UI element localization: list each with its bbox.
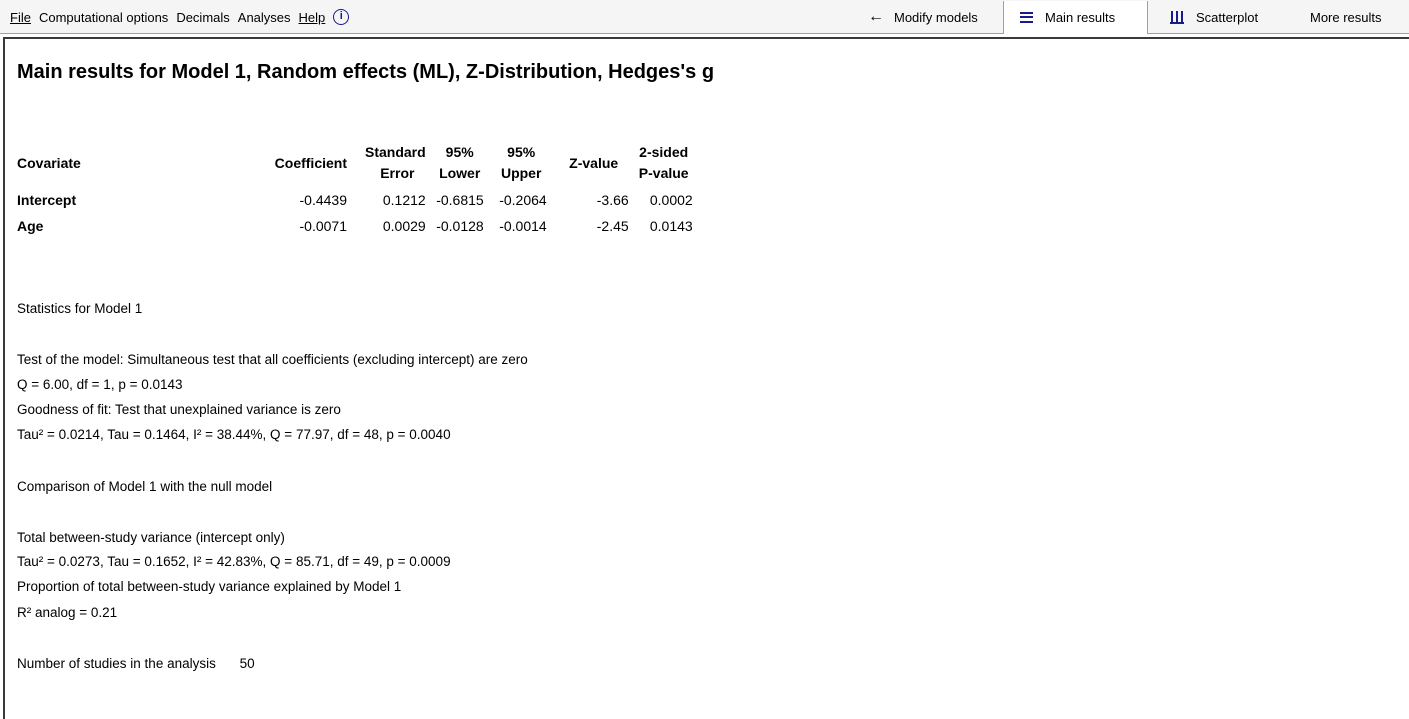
proportion-heading: Proportion of total between-study varian… xyxy=(17,579,402,594)
info-icon[interactable]: i xyxy=(333,9,350,25)
menu-analyses[interactable]: Analyses xyxy=(234,10,295,25)
header-upper: 95% Upper xyxy=(484,139,547,187)
toolbar: ← Modify models Main results Scatterplot… xyxy=(858,0,1392,34)
number-of-studies-value: 50 xyxy=(239,656,255,671)
cell-standard-error: 0.1212 xyxy=(382,192,426,208)
bar-chart-icon xyxy=(1170,10,1184,24)
more-results-label: More results xyxy=(1310,9,1382,25)
menu-bar: File Computational options Decimals Anal… xyxy=(0,0,1409,34)
cell-p-value: 0.0002 xyxy=(649,192,693,208)
cell-covariate: Age xyxy=(17,218,44,234)
number-of-studies: Number of studies in the analysis 50 xyxy=(17,656,255,671)
header-p-value: 2-sided P-value xyxy=(629,139,693,187)
menu-help-label: Help xyxy=(298,9,326,25)
header-lower: 95% Lower xyxy=(426,139,484,187)
coefficients-table: Covariate Coefficient Standard Error 95%… xyxy=(17,139,693,239)
total-variance-heading: Total between-study variance (intercept … xyxy=(17,530,285,545)
arrow-left-icon: ← xyxy=(868,8,884,25)
cell-z-value: -2.45 xyxy=(596,218,629,234)
menu-file-label: File xyxy=(10,9,31,25)
scatterplot-button[interactable]: Scatterplot xyxy=(1148,1,1306,34)
modify-models-button[interactable]: ← Modify models xyxy=(858,1,1003,34)
main-results-button[interactable]: Main results xyxy=(1003,0,1148,34)
total-variance-value: Tau² = 0.0273, Tau = 0.1652, I² = 42.83%… xyxy=(17,554,451,569)
header-lower-line1: 95% xyxy=(445,144,474,160)
header-se-line1: Standard xyxy=(365,144,426,160)
more-results-button[interactable]: More results xyxy=(1306,1,1392,34)
main-results-label: Main results xyxy=(1045,9,1116,25)
r2-analog-value: R² analog = 0.21 xyxy=(17,605,118,620)
main-menu: File Computational options Decimals Anal… xyxy=(6,0,350,34)
menu-help[interactable]: Help xyxy=(295,10,330,25)
modify-models-label: Modify models xyxy=(894,9,978,25)
header-se-line2: Error xyxy=(380,165,415,181)
menu-file[interactable]: File xyxy=(6,10,35,25)
page-title: Main results for Model 1, Random effects… xyxy=(17,61,715,83)
number-of-studies-label: Number of studies in the analysis xyxy=(17,656,216,671)
stats-heading: Statistics for Model 1 xyxy=(17,301,143,316)
header-lower-line2: Lower xyxy=(439,165,481,181)
cell-z-value: -3.66 xyxy=(596,192,629,208)
header-p-line1: 2-sided xyxy=(639,144,689,160)
cell-standard-error: 0.0029 xyxy=(382,218,426,234)
header-upper-line2: Upper xyxy=(500,165,542,181)
header-p-line2: P-value xyxy=(638,165,689,181)
table-row: Age -0.0071 0.0029 -0.0128 -0.0014 -2.45… xyxy=(17,213,693,239)
test-model-value: Q = 6.00, df = 1, p = 0.0143 xyxy=(17,377,183,392)
cell-upper: -0.0014 xyxy=(499,218,547,234)
comparison-heading: Comparison of Model 1 with the null mode… xyxy=(17,479,273,494)
scatterplot-label: Scatterplot xyxy=(1196,9,1259,25)
goodness-of-fit-heading: Goodness of fit: Test that unexplained v… xyxy=(17,402,341,417)
menu-computational-options[interactable]: Computational options xyxy=(35,10,172,25)
cell-coefficient: -0.4439 xyxy=(299,192,347,208)
goodness-of-fit-value: Tau² = 0.0214, Tau = 0.1464, I² = 38.44%… xyxy=(17,427,451,442)
results-pane: Main results for Model 1, Random effects… xyxy=(3,37,1409,719)
header-z-value: Z-value xyxy=(569,154,619,171)
header-coefficient: Coefficient xyxy=(274,154,347,171)
cell-p-value: 0.0143 xyxy=(649,218,693,234)
cell-lower: -0.6815 xyxy=(436,192,484,208)
table-header-row: Covariate Coefficient Standard Error 95%… xyxy=(17,139,693,187)
cell-coefficient: -0.0071 xyxy=(299,218,347,234)
menu-decimals[interactable]: Decimals xyxy=(172,10,233,25)
cell-lower: -0.0128 xyxy=(436,218,484,234)
header-upper-line1: 95% xyxy=(507,144,536,160)
test-model-heading: Test of the model: Simultaneous test tha… xyxy=(17,352,528,367)
header-standard-error: Standard Error xyxy=(347,139,426,187)
cell-covariate: Intercept xyxy=(17,192,77,208)
cell-upper: -0.2064 xyxy=(499,192,547,208)
table-row: Intercept -0.4439 0.1212 -0.6815 -0.2064… xyxy=(17,187,693,213)
header-covariate: Covariate xyxy=(17,154,81,171)
list-icon xyxy=(1020,11,1033,23)
